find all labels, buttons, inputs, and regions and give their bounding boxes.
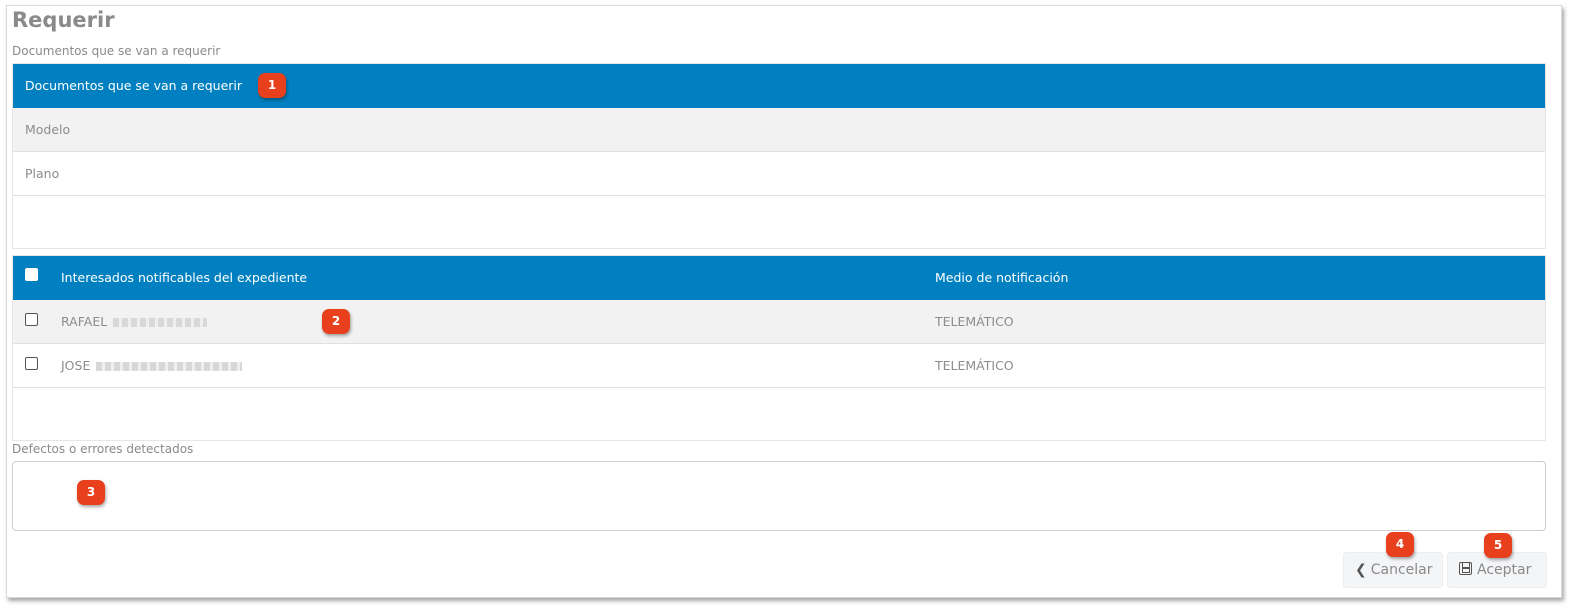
annotation-badge-1: 1 [258,73,286,98]
accept-label: Aceptar [1477,562,1532,578]
notification-medium: TELEMÁTICO [935,358,1014,373]
page-title: Requerir [12,8,115,32]
save-icon [1459,562,1472,575]
cancel-button[interactable]: ❮ Cancelar [1343,552,1443,588]
requerir-panel: Requerir Documentos que se van a requeri… [6,5,1562,598]
annotation-badge-5: 5 [1484,533,1512,558]
document-name: Plano [25,166,60,181]
documents-table: Documentos que se van a requerir Modelo … [12,63,1546,249]
defects-label: Defectos o errores detectados [12,442,194,456]
annotation-badge-2: 2 [322,309,350,334]
interested-name: RAFAEL [61,314,108,329]
annotation-badge-4: 4 [1386,532,1414,557]
header-interested-name: Interesados notificables del expediente [61,270,308,285]
defects-textarea[interactable] [12,461,1546,531]
interested-name-cell: JOSE [61,358,243,373]
table-row[interactable]: JOSE TELEMÁTICO [13,344,1545,388]
interested-table: Interesados notificables del expediente … [12,255,1546,441]
table-row[interactable]: Plano [13,152,1545,196]
documents-header-label: Documentos que se van a requerir [25,78,243,93]
row-checkbox[interactable] [25,357,38,370]
redacted-text [96,362,243,371]
documents-table-header: Documentos que se van a requerir [13,64,1545,108]
document-name: Modelo [25,122,71,137]
redacted-text [113,318,208,327]
notification-medium: TELEMÁTICO [935,314,1014,329]
interested-name: JOSE [61,358,91,373]
cancel-label: Cancelar [1370,562,1433,578]
row-checkbox[interactable] [25,313,38,326]
table-row[interactable]: Modelo [13,108,1545,152]
table-row[interactable]: RAFAEL TELEMÁTICO [13,300,1545,344]
annotation-badge-3: 3 [77,480,105,505]
chevron-left-icon: ❮ [1355,562,1367,578]
page-subtitle: Documentos que se van a requerir [12,44,221,58]
header-notification-medium: Medio de notificación [935,270,1069,285]
interested-table-header: Interesados notificables del expediente … [13,256,1545,300]
interested-name-cell: RAFAEL [61,314,208,329]
select-all-checkbox[interactable] [25,268,38,281]
